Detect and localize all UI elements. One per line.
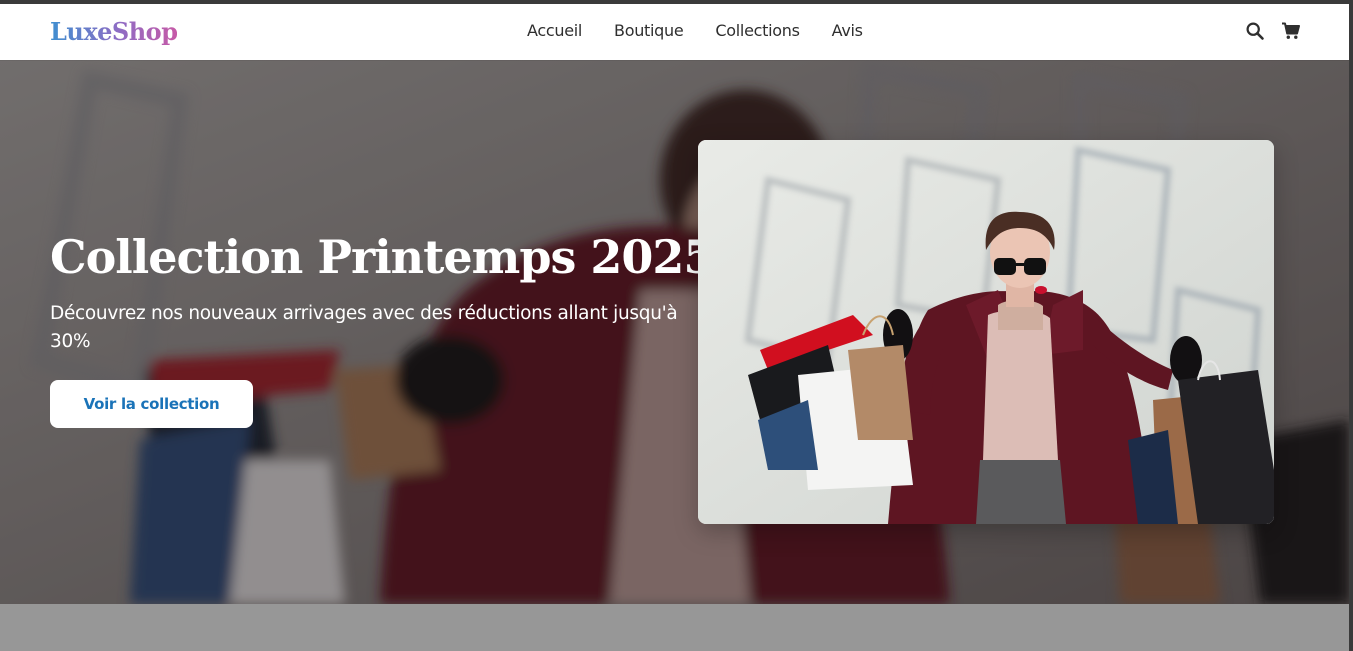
navbar: LuxeShop Accueil Boutique Collections Av… — [0, 4, 1349, 60]
nav-link-collections[interactable]: Collections — [715, 21, 799, 40]
brand-logo[interactable]: LuxeShop — [50, 17, 178, 46]
hero-product-image — [698, 140, 1274, 524]
main-nav: Accueil Boutique Collections Avis — [527, 21, 863, 40]
nav-icons — [1245, 21, 1301, 41]
hero-title: Collection Printemps 2025 — [50, 230, 715, 284]
window-frame-right — [1349, 0, 1353, 651]
view-collection-button[interactable]: Voir la collection — [50, 380, 253, 428]
hero-subtitle: Découvrez nos nouveaux arrivages avec de… — [50, 303, 678, 352]
shopping-woman-image — [698, 140, 1274, 524]
next-section-strip — [0, 604, 1349, 651]
nav-link-avis[interactable]: Avis — [832, 21, 863, 40]
nav-link-accueil[interactable]: Accueil — [527, 21, 582, 40]
page: LuxeShop Accueil Boutique Collections Av… — [0, 4, 1349, 651]
search-icon[interactable] — [1245, 21, 1265, 41]
nav-link-boutique[interactable]: Boutique — [614, 21, 684, 40]
cart-icon[interactable] — [1281, 21, 1301, 41]
hero-banner: Collection Printemps 2025 Découvrez nos … — [0, 60, 1349, 604]
